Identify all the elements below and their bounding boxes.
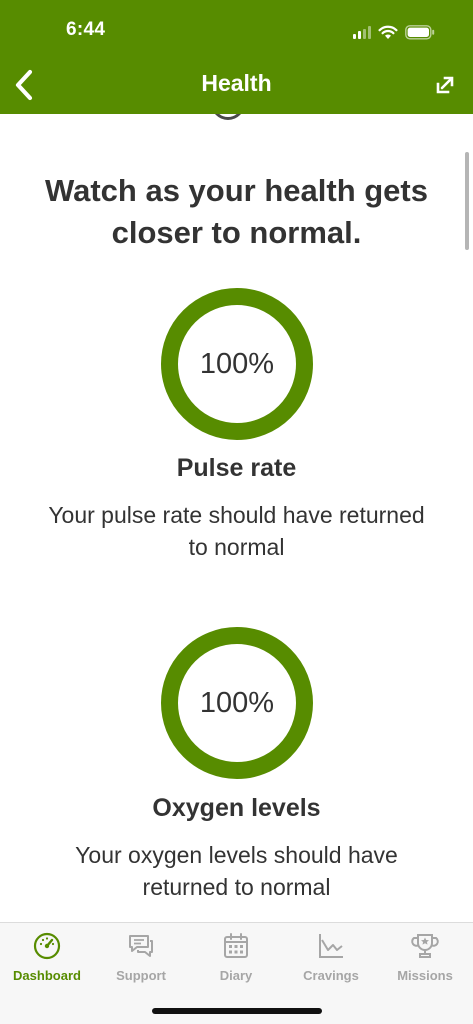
health-item-description: Your pulse rate should have returned to … bbox=[48, 502, 425, 560]
trophy-icon bbox=[411, 934, 439, 958]
health-content[interactable]: Watch as your health gets closer to norm… bbox=[0, 114, 473, 922]
tab-cravings[interactable]: Cravings bbox=[284, 931, 378, 991]
dashboard-gauge-icon bbox=[33, 932, 61, 960]
oxygen-levels-progress-ring: 100% bbox=[161, 627, 313, 779]
wifi-icon bbox=[378, 25, 398, 39]
tab-diary[interactable]: Diary bbox=[189, 931, 283, 991]
scrollbar-thumb[interactable] bbox=[465, 152, 469, 250]
pulse-rate-progress-ring: 100% bbox=[161, 288, 313, 440]
tab-label: Diary bbox=[219, 968, 253, 983]
home-indicator bbox=[152, 1008, 322, 1014]
previous-item-ring bbox=[211, 114, 245, 120]
cellular-signal-icon bbox=[353, 25, 371, 39]
health-item-description: Your oxygen levels should have returned … bbox=[75, 842, 398, 900]
tab-support[interactable]: Support bbox=[94, 931, 188, 991]
progress-value: 100% bbox=[199, 347, 275, 380]
battery-icon bbox=[405, 24, 435, 40]
tab-label: Dashboard bbox=[13, 968, 81, 983]
tab-label: Cravings bbox=[303, 968, 359, 983]
calendar-icon bbox=[224, 933, 248, 958]
health-item-title: Oxygen levels bbox=[152, 794, 321, 822]
tab-dashboard[interactable]: Dashboard bbox=[0, 931, 94, 991]
progress-value: 100% bbox=[199, 686, 275, 719]
app-header: 6:44 Health bbox=[0, 0, 473, 114]
page-title: Health bbox=[201, 70, 272, 96]
tab-label: Support bbox=[116, 968, 166, 983]
status-time: 6:44 bbox=[66, 19, 106, 40]
tab-missions[interactable]: Missions bbox=[378, 931, 472, 991]
share-button[interactable] bbox=[435, 75, 455, 95]
line-chart-icon bbox=[319, 934, 343, 958]
health-item-title: Pulse rate bbox=[176, 454, 297, 482]
tab-label: Missions bbox=[397, 968, 453, 983]
status-icons bbox=[353, 23, 435, 41]
headline: Watch as your health gets closer to norm… bbox=[45, 173, 428, 250]
chat-bubbles-icon bbox=[129, 935, 153, 957]
share-external-icon bbox=[436, 76, 454, 94]
